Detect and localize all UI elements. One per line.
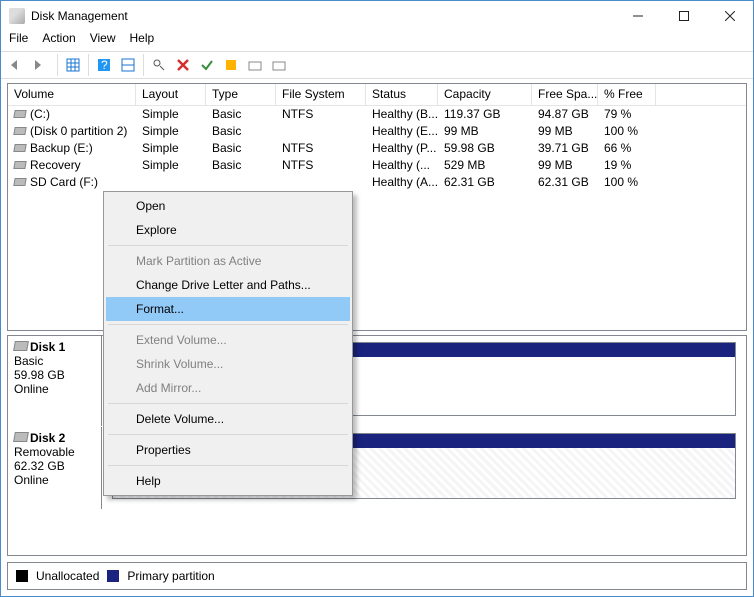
- legend-primary: Primary partition: [127, 569, 214, 583]
- legend: Unallocated Primary partition: [7, 562, 747, 590]
- ctx-mirror: Add Mirror...: [106, 376, 350, 400]
- titlebar[interactable]: Disk Management: [1, 1, 753, 31]
- col-type[interactable]: Type: [206, 84, 276, 105]
- ctx-delete[interactable]: Delete Volume...: [106, 407, 350, 431]
- ctx-format[interactable]: Format...: [106, 297, 350, 321]
- disk-state: Online: [14, 382, 49, 396]
- table-row[interactable]: (Disk 0 partition 2)SimpleBasicHealthy (…: [8, 123, 746, 140]
- col-layout[interactable]: Layout: [136, 84, 206, 105]
- forward-button[interactable]: [31, 54, 53, 76]
- context-menu: Open Explore Mark Partition as Active Ch…: [103, 191, 353, 496]
- menu-file[interactable]: File: [9, 31, 28, 51]
- ctx-shrink: Shrink Volume...: [106, 352, 350, 376]
- disk-size: 59.98 GB: [14, 368, 65, 382]
- grid-icon[interactable]: [62, 54, 84, 76]
- ctx-extend: Extend Volume...: [106, 328, 350, 352]
- window-title: Disk Management: [31, 9, 615, 23]
- ctx-properties[interactable]: Properties: [106, 438, 350, 462]
- svg-text:?: ?: [101, 58, 108, 72]
- search-icon[interactable]: [148, 54, 170, 76]
- disk-type: Basic: [14, 354, 43, 368]
- menubar: File Action View Help: [1, 31, 753, 51]
- col-volume[interactable]: Volume: [8, 84, 136, 105]
- disk-info[interactable]: Disk 2 Removable 62.32 GB Online: [8, 427, 102, 509]
- volume-icon: [13, 161, 26, 169]
- toolbar: ?: [1, 51, 753, 79]
- ctx-help[interactable]: Help: [106, 469, 350, 493]
- table-row[interactable]: Backup (E:)SimpleBasicNTFSHealthy (P...5…: [8, 140, 746, 157]
- disk-type: Removable: [14, 445, 75, 459]
- list-icon[interactable]: [117, 54, 139, 76]
- col-pct[interactable]: % Free: [598, 84, 656, 105]
- ctx-explore[interactable]: Explore: [106, 218, 350, 242]
- minimize-button[interactable]: [615, 1, 661, 31]
- box2-icon[interactable]: [268, 54, 290, 76]
- disk-icon: [13, 432, 29, 442]
- menu-help[interactable]: Help: [130, 31, 155, 51]
- table-row[interactable]: (C:)SimpleBasicNTFSHealthy (B...119.37 G…: [8, 106, 746, 123]
- volume-icon: [13, 110, 26, 118]
- column-headers: Volume Layout Type File System Status Ca…: [8, 84, 746, 106]
- maximize-button[interactable]: [661, 1, 707, 31]
- col-capacity[interactable]: Capacity: [438, 84, 532, 105]
- volume-icon: [13, 144, 26, 152]
- box1-icon[interactable]: [244, 54, 266, 76]
- menu-view[interactable]: View: [90, 31, 116, 51]
- col-fs[interactable]: File System: [276, 84, 366, 105]
- disk-icon: [13, 341, 29, 351]
- col-spacer: [656, 84, 746, 105]
- check-icon[interactable]: [196, 54, 218, 76]
- disk-label: Disk 2: [30, 431, 65, 445]
- app-icon: [9, 8, 25, 24]
- disk-state: Online: [14, 473, 49, 487]
- new-icon[interactable]: [220, 54, 242, 76]
- table-row[interactable]: RecoverySimpleBasicNTFSHealthy (...529 M…: [8, 157, 746, 174]
- delete-icon[interactable]: [172, 54, 194, 76]
- table-row[interactable]: SD Card (F:)Healthy (A...62.31 GB62.31 G…: [8, 174, 746, 191]
- close-button[interactable]: [707, 1, 753, 31]
- help-icon[interactable]: ?: [93, 54, 115, 76]
- back-button[interactable]: [7, 54, 29, 76]
- disk-info[interactable]: Disk 1 Basic 59.98 GB Online: [8, 336, 102, 426]
- volume-icon: [13, 178, 26, 186]
- ctx-mark-active: Mark Partition as Active: [106, 249, 350, 273]
- disk-size: 62.32 GB: [14, 459, 65, 473]
- menu-action[interactable]: Action: [42, 31, 75, 51]
- disk-label: Disk 1: [30, 340, 65, 354]
- swatch-unallocated: [16, 570, 28, 582]
- col-free[interactable]: Free Spa...: [532, 84, 598, 105]
- volume-icon: [13, 127, 26, 135]
- swatch-primary: [107, 570, 119, 582]
- ctx-open[interactable]: Open: [106, 194, 350, 218]
- col-status[interactable]: Status: [366, 84, 438, 105]
- legend-unallocated: Unallocated: [36, 569, 99, 583]
- ctx-change-drive-letter[interactable]: Change Drive Letter and Paths...: [106, 273, 350, 297]
